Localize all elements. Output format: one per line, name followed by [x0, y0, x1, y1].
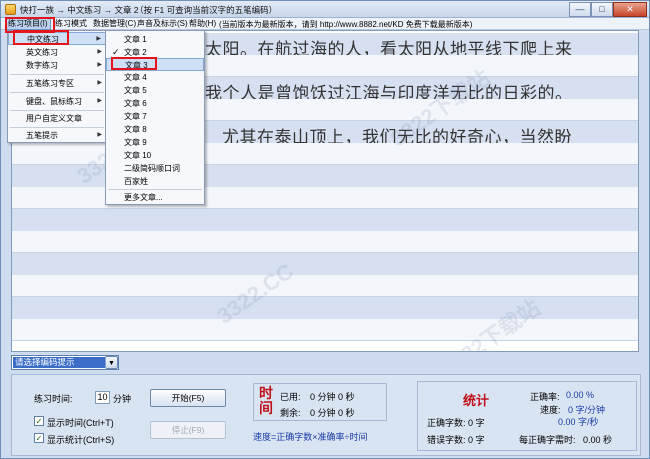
highlight-box	[111, 57, 157, 70]
chevron-right-icon: ▶	[97, 98, 102, 104]
menu-item-english-practice[interactable]: 英文练习 ▶	[8, 46, 106, 59]
menu-item-wubi-hint[interactable]: 五笔提示 ▶	[8, 129, 106, 142]
show-stats-label: 显示统计(Ctrl+S)	[47, 435, 115, 445]
practice-items-menu: 中文练习 ▶ 英文练习 ▶ 数字练习 ▶ 五笔练习专区 ▶ 键盘、鼠标练习 ▶ 用户自定义…	[7, 30, 107, 143]
show-time-label: 显示时间(Ctrl+T)	[47, 418, 114, 428]
app-window: 快打一族 → 中文练习 → 文章 2 （按 F1 可查询当前汉字的五笔编码） —…	[0, 0, 650, 459]
time-used-value: 0 分钟 0 秒	[310, 392, 355, 402]
app-icon	[5, 4, 16, 15]
menu-item-article-8[interactable]: 文章 8	[106, 123, 204, 136]
menu-help[interactable]: 帮助(H)	[187, 19, 218, 29]
menu-item-keyboard-mouse[interactable]: 键盘、鼠标练习 ▶	[8, 95, 106, 108]
show-time-checkbox[interactable]: ✓	[34, 416, 44, 426]
menu-bar: 练习项目(I) 练习模式 数据管理(C) 声音及标示(S) 帮助(H) (当前版…	[1, 18, 649, 30]
window-title: 快打一族 → 中文练习 → 文章 2	[20, 5, 139, 15]
menu-sound-markers[interactable]: 声音及标示(S)	[135, 19, 190, 29]
time-title: 时间	[259, 386, 273, 417]
menu-item-article-10[interactable]: 文章 10	[106, 149, 204, 162]
chevron-right-icon: ▶	[97, 80, 102, 86]
speed-value-per-second: 0.00 字/秒	[558, 417, 599, 427]
wrong-chars: 错误字数: 0 字	[427, 435, 485, 445]
chevron-right-icon: ▶	[97, 132, 102, 138]
per-char-time-value: 0.00 秒	[583, 435, 613, 445]
maximize-button[interactable]: □	[591, 2, 613, 17]
menu-separator	[10, 74, 104, 75]
menu-separator	[108, 189, 202, 190]
window-controls: — □ ✕	[569, 2, 647, 17]
practice-time-unit: 分钟	[113, 394, 132, 404]
time-remaining-label: 剩余:	[280, 408, 301, 418]
practice-time-label: 练习时间:	[34, 394, 73, 404]
input-line-7[interactable]	[12, 319, 638, 341]
menu-item-wubi-zone[interactable]: 五笔练习专区 ▶	[8, 77, 106, 90]
start-button[interactable]: 开始(F5)	[150, 389, 226, 407]
title-hint: （按 F1 可查询当前汉字的五笔编码）	[135, 5, 278, 15]
accuracy-label: 正确率:	[530, 392, 560, 402]
stop-button[interactable]: 停止(F9)	[150, 421, 226, 439]
menu-item-secondary-code-phrases[interactable]: 二级简码顺口词	[106, 162, 204, 175]
menu-item-hundred-surnames[interactable]: 百家姓	[106, 175, 204, 188]
menu-item-article-4[interactable]: 文章 4	[106, 71, 204, 84]
menu-separator	[10, 127, 104, 128]
show-stats-checkbox[interactable]: ✓	[34, 433, 44, 443]
title-bar: 快打一族 → 中文练习 → 文章 2 （按 F1 可查询当前汉字的五笔编码） —…	[1, 1, 649, 18]
encoding-hint-select[interactable]: 请选择编码提示 ▼	[11, 355, 119, 370]
encoding-hint-value: 请选择编码提示	[13, 357, 105, 368]
source-line-7	[12, 297, 638, 319]
chevron-right-icon: ▶	[97, 62, 102, 68]
highlight-box	[13, 30, 69, 45]
close-button[interactable]: ✕	[613, 2, 647, 17]
version-notice: (当前版本为最新版本，请到 http://www.8882.net/KD 免费下…	[219, 20, 473, 29]
per-char-time-label: 每正确字需时:	[519, 435, 576, 445]
menu-item-article-5[interactable]: 文章 5	[106, 84, 204, 97]
menu-item-more-articles[interactable]: 更多文章...	[106, 191, 204, 204]
menu-item-article-6[interactable]: 文章 6	[106, 97, 204, 110]
time-box: 时间 已用: 0 分钟 0 秒 剩余: 0 分钟 0 秒	[253, 383, 387, 421]
chevron-down-icon[interactable]: ▼	[105, 356, 118, 369]
control-panel: 练习时间: 10 分钟 ✓ 显示时间(Ctrl+T) ✓ 显示统计(Ctrl+S…	[11, 374, 641, 456]
time-remaining-value: 0 分钟 0 秒	[310, 408, 355, 418]
input-line-6[interactable]	[12, 275, 638, 297]
practice-time-input[interactable]: 10	[95, 391, 110, 404]
menu-practice-mode[interactable]: 练习模式	[53, 19, 89, 29]
stats-box: 统计 正确字数: 0 字 错误字数: 0 字 正确率: 0.00 % 速度: 0…	[417, 381, 637, 451]
correct-chars: 正确字数: 0 字	[427, 418, 485, 428]
menu-separator	[10, 110, 104, 111]
minimize-button[interactable]: —	[569, 2, 591, 17]
chevron-right-icon: ▶	[97, 49, 102, 55]
chevron-right-icon: ▶	[96, 36, 101, 42]
menu-data-management[interactable]: 数据管理(C)	[91, 19, 138, 29]
menu-item-number-practice[interactable]: 数字练习 ▶	[8, 59, 106, 72]
speed-formula: 速度=正确字数×准确率÷时间	[253, 432, 368, 442]
menu-item-article-9[interactable]: 文章 9	[106, 136, 204, 149]
source-line-5	[12, 209, 638, 231]
time-used-label: 已用:	[280, 392, 301, 402]
source-line-6	[12, 253, 638, 275]
menu-item-article-7[interactable]: 文章 7	[106, 110, 204, 123]
input-line-5[interactable]	[12, 231, 638, 253]
menu-item-article-1[interactable]: 文章 1	[106, 33, 204, 46]
accuracy-value: 0.00 %	[566, 390, 595, 400]
menu-item-custom-article[interactable]: 用户自定义文章	[8, 112, 106, 125]
menu-separator	[10, 92, 104, 93]
stats-title: 统计	[463, 393, 490, 408]
